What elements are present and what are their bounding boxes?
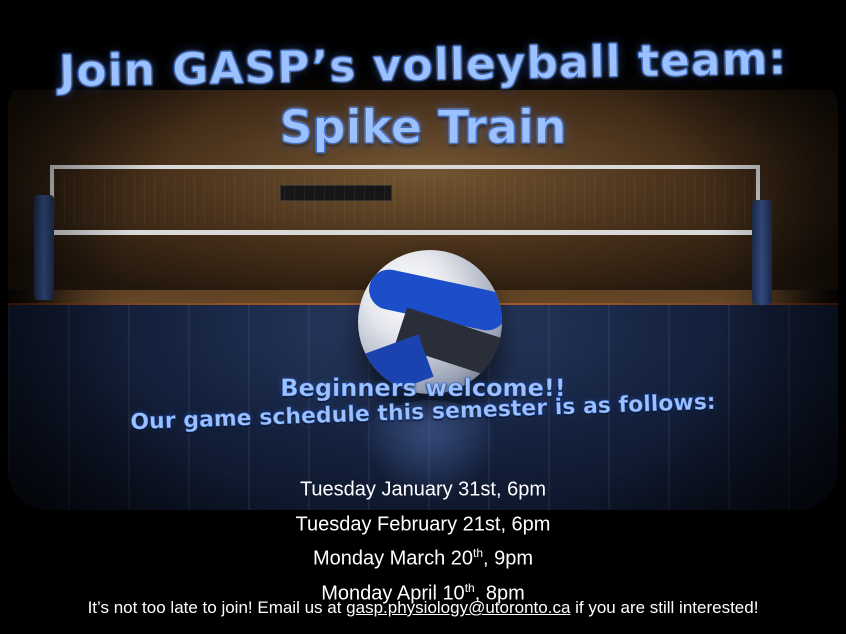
footer-text-after: if you are still interested! — [570, 598, 759, 617]
schedule-time: , 6pm — [500, 513, 551, 536]
footer-text: It’s not too late to join! Email us at g… — [0, 598, 846, 618]
net-post-right — [752, 200, 772, 305]
schedule-item: Tuesday January 31st, 6pm — [0, 470, 846, 505]
poster: Join GASP’s volleyball team: Spike Train… — [0, 0, 846, 634]
schedule-item: Monday March 20th, 9pm — [0, 539, 846, 574]
net-post-left — [34, 195, 54, 300]
schedule-date: Tuesday February 21st — [295, 513, 501, 536]
schedule-date: Tuesday January 31st — [299, 478, 496, 501]
email-link[interactable]: gasp.physiology@utoronto.ca — [346, 598, 570, 617]
schedule-item: Tuesday February 21st, 6pm — [0, 505, 846, 540]
team-name: Spike Train — [279, 100, 567, 155]
volleyball-image — [358, 250, 502, 394]
schedule-time: , 6pm — [496, 478, 547, 501]
volleyball-net — [50, 165, 760, 235]
schedule-ordinal: th — [464, 580, 475, 595]
game-schedule: Tuesday January 31st, 6pm Tuesday Februa… — [0, 470, 846, 609]
footer-text-before: It’s not too late to join! Email us at — [87, 598, 347, 617]
schedule-time: , 9pm — [483, 547, 534, 570]
schedule-ordinal: th — [473, 546, 484, 561]
schedule-date: Monday March 20 — [312, 547, 474, 570]
